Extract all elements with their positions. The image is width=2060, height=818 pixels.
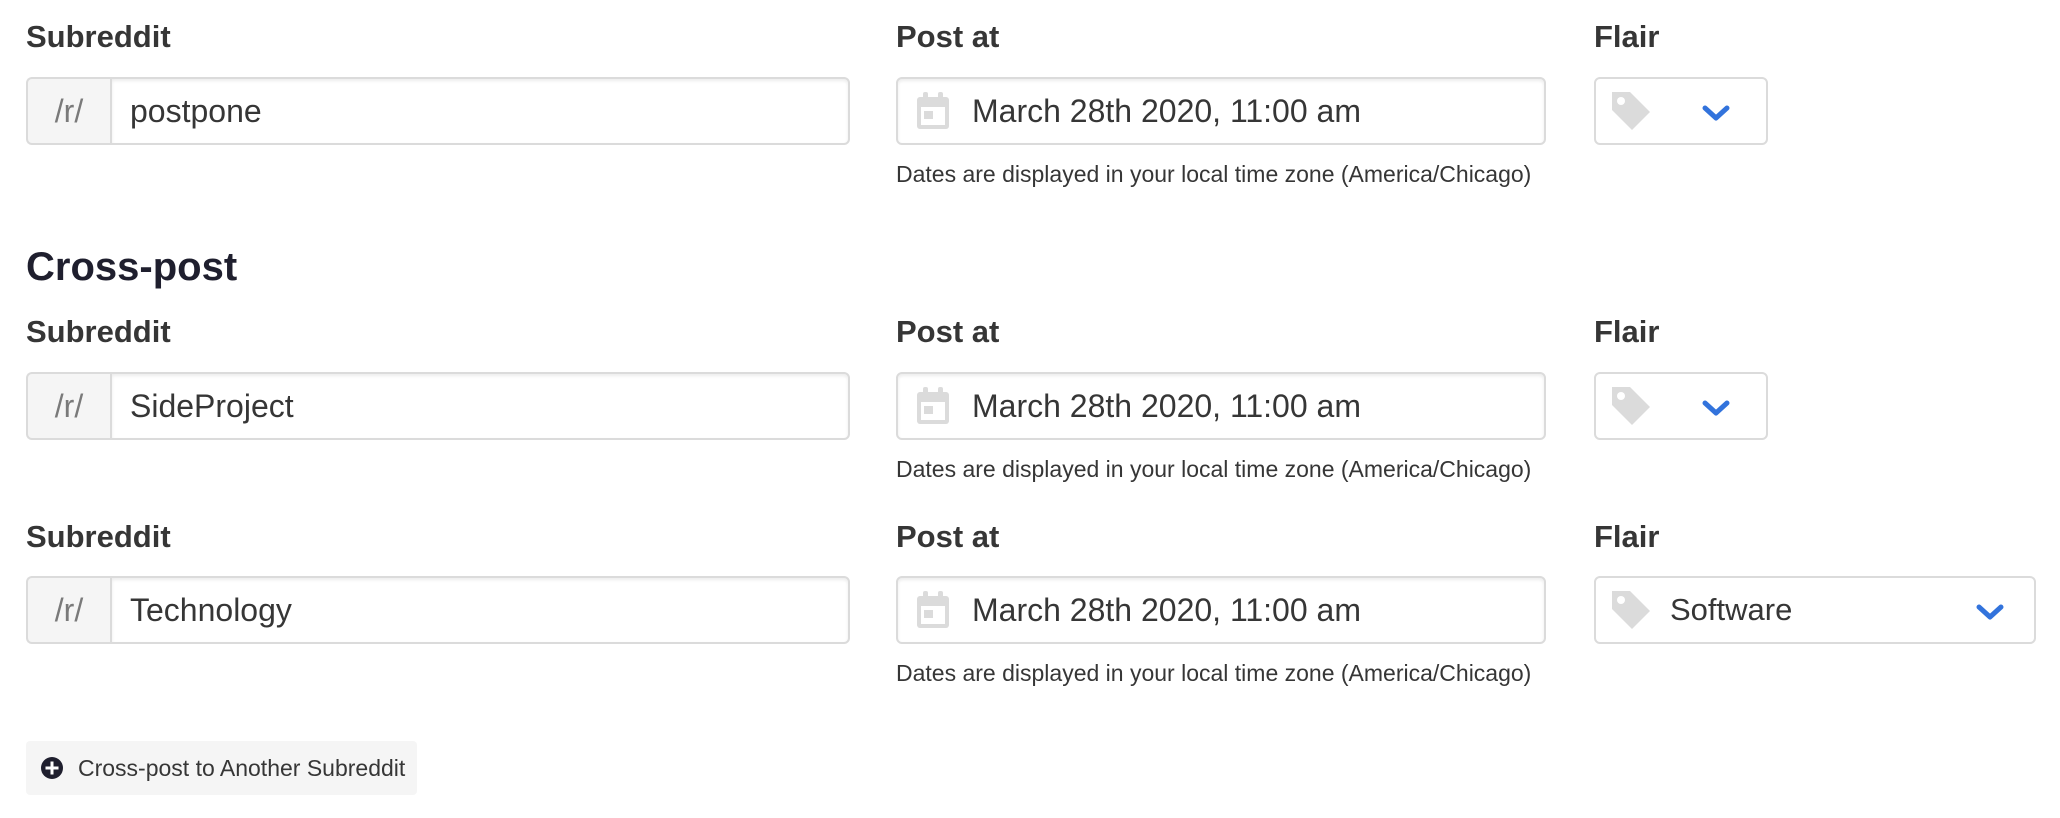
flair-select[interactable] <box>1594 372 1768 440</box>
subreddit-prefix: /r/ <box>26 372 110 440</box>
post-at-input[interactable]: March 28th 2020, 11:00 am <box>896 372 1546 440</box>
flair-label: Flair <box>1594 519 1660 554</box>
tag-icon <box>1608 587 1654 633</box>
post-at-value: March 28th 2020, 11:00 am <box>972 387 1361 424</box>
post-at-value: March 28th 2020, 11:00 am <box>972 591 1361 628</box>
post-at-input[interactable]: March 28th 2020, 11:00 am <box>896 576 1546 644</box>
plus-circle-icon <box>40 756 64 780</box>
calendar-icon <box>914 385 952 427</box>
post-at-label: Post at <box>896 19 1000 54</box>
chevron-down-icon <box>1700 102 1732 124</box>
subreddit-input-group: /r/ Technology <box>26 576 850 644</box>
subreddit-input[interactable]: postpone <box>110 77 850 145</box>
chevron-down-icon <box>1700 397 1732 419</box>
subreddit-label: Subreddit <box>26 314 171 349</box>
tag-icon <box>1608 88 1654 134</box>
calendar-icon <box>914 589 952 631</box>
post-at-value: March 28th 2020, 11:00 am <box>972 92 1361 129</box>
subreddit-label: Subreddit <box>26 519 171 554</box>
chevron-down-icon <box>1974 601 2006 623</box>
flair-label: Flair <box>1594 19 1660 54</box>
subreddit-label: Subreddit <box>26 19 171 54</box>
flair-select[interactable]: Software <box>1594 576 2036 644</box>
post-at-label: Post at <box>896 314 1000 349</box>
post-at-label: Post at <box>896 519 1000 554</box>
tag-icon <box>1608 383 1654 429</box>
subreddit-input[interactable]: SideProject <box>110 372 850 440</box>
timezone-help: Dates are displayed in your local time z… <box>896 660 1532 686</box>
flair-select[interactable] <box>1594 77 1768 145</box>
subreddit-input[interactable]: Technology <box>110 576 850 644</box>
add-cross-post-label: Cross-post to Another Subreddit <box>78 754 406 781</box>
subreddit-prefix: /r/ <box>26 77 110 145</box>
timezone-help: Dates are displayed in your local time z… <box>896 161 1532 187</box>
cross-post-heading: Cross-post <box>26 245 238 289</box>
timezone-help: Dates are displayed in your local time z… <box>896 456 1532 482</box>
post-at-input[interactable]: March 28th 2020, 11:00 am <box>896 77 1546 145</box>
flair-selected-value: Software <box>1670 592 1793 627</box>
add-cross-post-button[interactable]: Cross-post to Another Subreddit <box>26 741 417 795</box>
subreddit-input-group: /r/ SideProject <box>26 372 850 440</box>
calendar-icon <box>914 90 952 132</box>
subreddit-prefix: /r/ <box>26 576 110 644</box>
flair-label: Flair <box>1594 314 1660 349</box>
subreddit-input-group: /r/ postpone <box>26 77 850 145</box>
